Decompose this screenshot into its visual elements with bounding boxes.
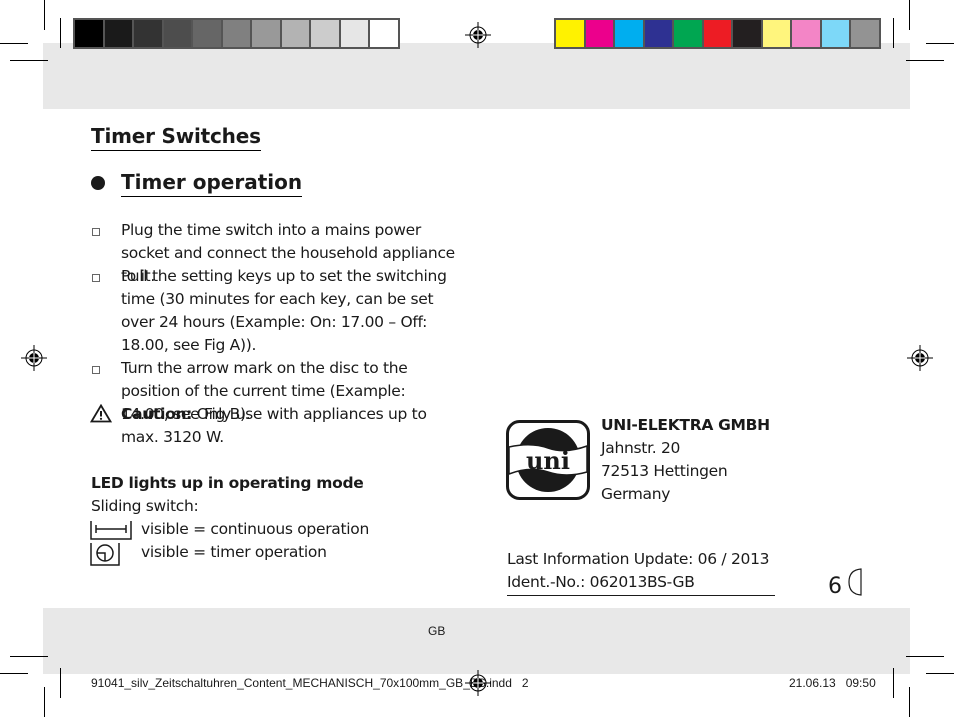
crop-mark bbox=[893, 668, 894, 698]
color-swatch bbox=[615, 20, 643, 47]
warning-triangle-icon bbox=[90, 404, 112, 423]
step-2: Pull the setting keys up to set the swit… bbox=[121, 267, 447, 354]
slug-filename: 91041_silv_Zeitschaltuhren_Content_MECHA… bbox=[91, 676, 529, 690]
color-swatch bbox=[311, 20, 339, 47]
color-swatch bbox=[340, 20, 368, 47]
led-heading: LED lights up in operating mode bbox=[91, 474, 364, 492]
crop-mark bbox=[906, 60, 944, 61]
continuous-operation-icon bbox=[90, 521, 132, 540]
subsection-title: Timer operation bbox=[121, 170, 303, 197]
color-swatch bbox=[556, 20, 584, 47]
company-city: 72513 Hettingen bbox=[601, 462, 728, 480]
uni-logo: uni bbox=[506, 420, 590, 500]
crop-mark bbox=[0, 673, 28, 674]
color-swatch bbox=[193, 20, 221, 47]
registration-mark-icon bbox=[465, 670, 491, 696]
svg-text:uni: uni bbox=[526, 446, 570, 475]
color-swatch bbox=[163, 20, 191, 47]
color-swatch bbox=[134, 20, 162, 47]
color-swatch bbox=[733, 20, 761, 47]
caution-text: Caution: Only use with appliances up to … bbox=[121, 403, 441, 449]
crop-mark bbox=[926, 43, 954, 44]
crop-mark bbox=[60, 18, 61, 48]
bottom-band bbox=[43, 608, 910, 674]
color-swatch bbox=[281, 20, 309, 47]
crop-mark bbox=[10, 60, 48, 61]
crop-mark bbox=[0, 43, 28, 44]
checkbox-bullet-icon bbox=[92, 228, 100, 236]
ident-number: Ident.-No.: 062013BS-GB bbox=[507, 571, 775, 596]
sliding-switch-label: Sliding switch: bbox=[91, 497, 199, 515]
top-band bbox=[43, 43, 910, 109]
language-code: GB bbox=[428, 624, 446, 638]
crop-mark bbox=[10, 656, 48, 657]
slug-date: 21.06.13 09:50 bbox=[789, 676, 876, 690]
bullet-icon bbox=[91, 176, 105, 190]
crop-mark bbox=[909, 0, 910, 30]
company-street: Jahnstr. 20 bbox=[601, 439, 681, 457]
crop-mark bbox=[909, 687, 910, 717]
checkbox-bullet-icon bbox=[92, 274, 100, 282]
color-swatch bbox=[703, 20, 731, 47]
color-swatch bbox=[252, 20, 280, 47]
crop-mark bbox=[893, 18, 894, 48]
company-address: UNI-ELEKTRA GMBH Jahnstr. 20 72513 Hetti… bbox=[601, 414, 770, 506]
gray-color-bar bbox=[73, 18, 400, 49]
checkbox-bullet-icon bbox=[92, 366, 100, 374]
color-swatch bbox=[585, 20, 613, 47]
registration-mark-icon bbox=[907, 345, 933, 371]
color-swatch bbox=[821, 20, 849, 47]
color-swatch bbox=[370, 20, 398, 47]
color-swatch bbox=[762, 20, 790, 47]
color-swatch bbox=[75, 20, 103, 47]
crop-mark bbox=[926, 673, 954, 674]
color-swatch bbox=[792, 20, 820, 47]
company-name: UNI-ELEKTRA GMBH bbox=[601, 416, 770, 434]
section-title: Timer Switches bbox=[91, 124, 261, 151]
caution-label: Caution: bbox=[121, 405, 193, 423]
company-country: Germany bbox=[601, 485, 671, 503]
info-update: Last Information Update: 06 / 2013 bbox=[507, 550, 770, 568]
color-swatch bbox=[222, 20, 250, 47]
process-color-bar bbox=[554, 18, 881, 49]
page-tab-icon bbox=[848, 568, 862, 596]
timer-operation-text: visible = timer operation bbox=[141, 543, 327, 561]
color-swatch bbox=[674, 20, 702, 47]
registration-mark-icon bbox=[21, 345, 47, 371]
color-swatch bbox=[644, 20, 672, 47]
color-swatch bbox=[104, 20, 132, 47]
crop-mark bbox=[44, 687, 45, 717]
crop-mark bbox=[60, 668, 61, 698]
crop-mark bbox=[906, 656, 944, 657]
color-swatch bbox=[851, 20, 879, 47]
registration-mark-icon bbox=[465, 22, 491, 48]
timer-operation-icon bbox=[90, 543, 120, 566]
crop-mark bbox=[44, 0, 45, 30]
page-number: 6 bbox=[828, 574, 842, 599]
continuous-operation-text: visible = continuous operation bbox=[141, 520, 369, 538]
